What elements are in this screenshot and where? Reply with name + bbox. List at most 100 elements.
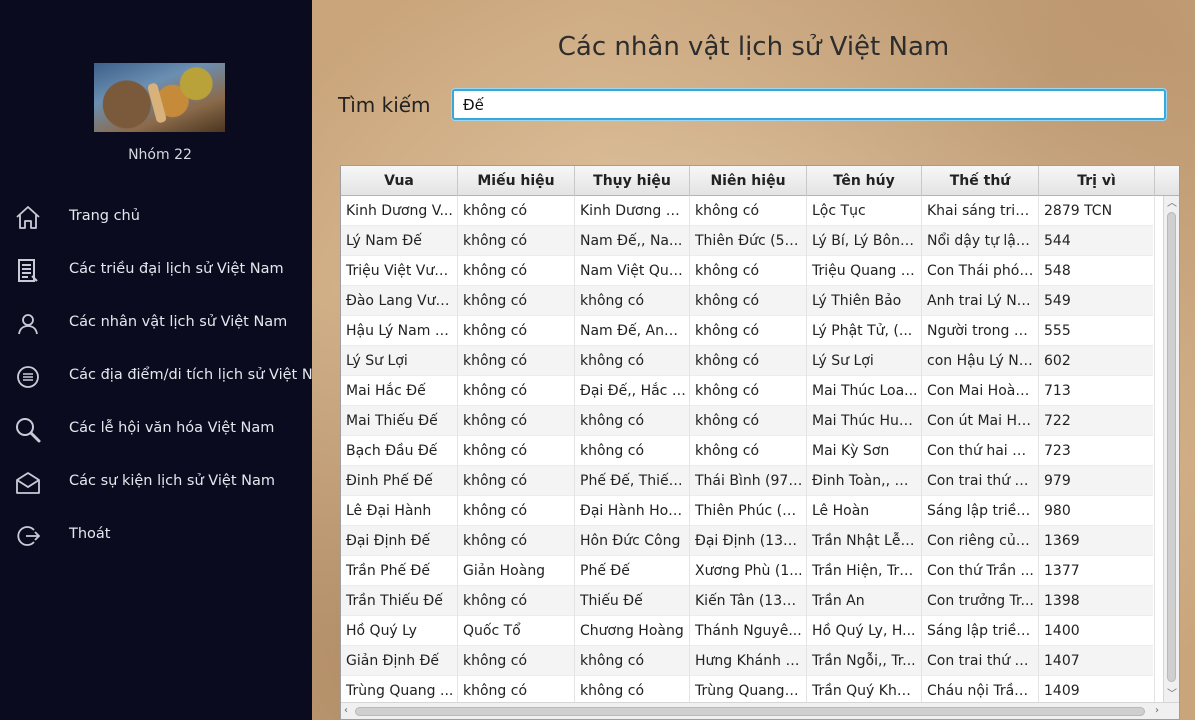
table-cell: Con trưởng Tr...	[922, 586, 1039, 616]
sidebar-item-home[interactable]: Trang chủ	[0, 198, 312, 238]
table-cell: Mai Thúc Loa...	[807, 376, 922, 406]
table-cell: Đinh Toàn,, Đi...	[807, 466, 922, 496]
table-cell: không có	[458, 406, 575, 436]
list-circle-icon	[14, 363, 42, 391]
table-row[interactable]: Đinh Phế Đế không có Phế Đế, Thiếu... Thái …	[341, 466, 1155, 496]
table-row[interactable]: Giản Định Đế không có không có Hưng Khánh (…	[341, 646, 1155, 676]
table-cell: Phế Đế, Thiếu...	[575, 466, 690, 496]
table-cell: không có	[458, 196, 575, 226]
table-cell: 979	[1039, 466, 1155, 496]
table-cell: Trần An	[807, 586, 922, 616]
table-cell: 1400	[1039, 616, 1155, 646]
table-cell: không có	[690, 346, 807, 376]
table-cell: không có	[458, 376, 575, 406]
table-cell: Con Thái phó ...	[922, 256, 1039, 286]
table-cell: Con thứ hai M...	[922, 436, 1039, 466]
sidebar-item-label: Các sự kiện lịch sử Việt Nam	[69, 473, 275, 489]
table-cell: Lý Sư Lợi	[807, 346, 922, 376]
table-cell: không có	[690, 376, 807, 406]
vertical-scroll-thumb[interactable]	[1167, 212, 1176, 682]
sidebar-item-figures[interactable]: Các nhân vật lịch sử Việt Nam	[0, 304, 312, 344]
table-cell: Thiên Phúc (9...	[690, 496, 807, 526]
table-cell: Lý Sư Lợi	[341, 346, 458, 376]
table-cell: không có	[575, 436, 690, 466]
table-row[interactable]: Hồ Quý Ly Quốc Tổ Chương Hoàng Thánh Nguyê.…	[341, 616, 1155, 646]
table-cell: 549	[1039, 286, 1155, 316]
table-row[interactable]: Lê Đại Hành không có Đại Hành Hoà... Thiên …	[341, 496, 1155, 526]
table-row[interactable]: Trần Thiếu Đế không có Thiếu Đế Kiến Tân (1…	[341, 586, 1155, 616]
table-row[interactable]: Bạch Đầu Đế không có không có không có Mai K…	[341, 436, 1155, 466]
table-cell: 1369	[1039, 526, 1155, 556]
table-cell: không có	[458, 346, 575, 376]
table-row[interactable]: Triệu Việt Vươ... không có Nam Việt Quố...…	[341, 256, 1155, 286]
table-cell: 1407	[1039, 646, 1155, 676]
table-header: Vua Miếu hiệu Thụy hiệu Niên hiệu Tên hú…	[341, 166, 1179, 196]
column-header-tri-vi[interactable]: Trị vì	[1039, 166, 1155, 196]
table-cell: không có	[458, 316, 575, 346]
sidebar-item-events[interactable]: Các sự kiện lịch sử Việt Nam	[0, 463, 312, 503]
table-row[interactable]: Mai Thiếu Đế không có không có không có Mai …	[341, 406, 1155, 436]
table-cell: 1377	[1039, 556, 1155, 586]
home-icon	[14, 204, 42, 232]
sidebar-item-places[interactable]: Các địa điểm/di tích lịch sử Việt Nam	[0, 357, 312, 397]
column-header-thuy-hieu[interactable]: Thụy hiệu	[575, 166, 690, 196]
table-cell: Chương Hoàng	[575, 616, 690, 646]
table-cell: không có	[690, 196, 807, 226]
sidebar-item-festivals[interactable]: Các lễ hội văn hóa Việt Nam	[0, 410, 312, 450]
main-content: Các nhân vật lịch sử Việt Nam Tìm kiếm V…	[312, 0, 1195, 720]
table-cell: Trần Phế Đế	[341, 556, 458, 586]
scroll-down-icon[interactable]: ﹀	[1167, 690, 1177, 700]
column-header-the-thu[interactable]: Thế thứ	[922, 166, 1039, 196]
table-row[interactable]: Trần Phế Đế Giản Hoàng Phế Đế Xương Phù (1.…	[341, 556, 1155, 586]
table-cell: Mai Thiếu Đế	[341, 406, 458, 436]
table-row[interactable]: Đại Định Đế không có Hôn Đức Công Đại Định …	[341, 526, 1155, 556]
table-cell: con Hậu Lý Na...	[922, 346, 1039, 376]
table-row[interactable]: Lý Sư Lợi không có không có không có Lý Sư L…	[341, 346, 1155, 376]
column-header-ten-huy[interactable]: Tên húy	[807, 166, 922, 196]
sidebar-item-exit[interactable]: Thoát	[0, 516, 312, 556]
table-row[interactable]: Kinh Dương V... không có Kinh Dương V... kh…	[341, 196, 1155, 226]
table-cell: Đại Định Đế	[341, 526, 458, 556]
search-input[interactable]	[452, 89, 1166, 120]
table-cell: Kiến Tân (139...	[690, 586, 807, 616]
table-cell: Con trai thứ 2 ...	[922, 466, 1039, 496]
table-cell: Con út Mai Hắ...	[922, 406, 1039, 436]
table-cell: Mai Hắc Đế	[341, 376, 458, 406]
column-header-mieu-hieu[interactable]: Miếu hiệu	[458, 166, 575, 196]
table-row[interactable]: Hậu Lý Nam Đế không có Nam Đế, Anh ... khôn…	[341, 316, 1155, 346]
table-cell: Thiếu Đế	[575, 586, 690, 616]
table-cell: Con trai thứ Tr...	[922, 646, 1039, 676]
table-cell: Hồ Quý Ly, H...	[807, 616, 922, 646]
table-row[interactable]: Mai Hắc Đế không có Đại Đế,, Hắc Đế không c…	[341, 376, 1155, 406]
table-cell: không có	[458, 526, 575, 556]
table-cell: Hôn Đức Công	[575, 526, 690, 556]
table-row[interactable]: Lý Nam Đế không có Nam Đế,, Na... Thiên Đức…	[341, 226, 1155, 256]
sidebar-item-dynasties[interactable]: Các triều đại lịch sử Việt Nam	[0, 251, 312, 291]
group-name: Nhóm 22	[128, 147, 192, 163]
sidebar-item-label: Các lễ hội văn hóa Việt Nam	[69, 420, 275, 436]
table-row[interactable]: Đào Lang Vươ... không có không có không có L…	[341, 286, 1155, 316]
table-cell: Triệu Quang P...	[807, 256, 922, 286]
table-cell: 544	[1039, 226, 1155, 256]
table-body: Kinh Dương V... không có Kinh Dương V... kh…	[341, 196, 1155, 706]
sidebar-item-label: Các địa điểm/di tích lịch sử Việt Nam	[69, 367, 312, 383]
column-header-vua[interactable]: Vua	[341, 166, 458, 196]
vertical-scrollbar[interactable]: ︿ ﹀	[1163, 196, 1179, 703]
table-cell: không có	[690, 286, 807, 316]
scroll-up-icon[interactable]: ︿	[1167, 199, 1177, 209]
sidebar: Nhóm 22 Trang chủ Các triều đại lịch sử …	[0, 0, 312, 720]
horizontal-scroll-thumb[interactable]	[355, 707, 1145, 716]
column-header-nien-hieu[interactable]: Niên hiệu	[690, 166, 807, 196]
table-cell: không có	[575, 346, 690, 376]
table-cell: Nổi dậy tự lập...	[922, 226, 1039, 256]
table-cell: Nam Việt Quố...	[575, 256, 690, 286]
figures-table: Vua Miếu hiệu Thụy hiệu Niên hiệu Tên hú…	[340, 165, 1180, 720]
table-cell: Bạch Đầu Đế	[341, 436, 458, 466]
table-cell: Lý Phật Tử, (...	[807, 316, 922, 346]
table-cell: không có	[458, 466, 575, 496]
horizontal-scrollbar[interactable]: ‹ ›	[341, 702, 1179, 719]
table-cell: không có	[575, 286, 690, 316]
scroll-left-icon[interactable]: ‹	[344, 705, 348, 716]
scroll-right-icon[interactable]: ›	[1155, 705, 1159, 716]
table-cell: 980	[1039, 496, 1155, 526]
